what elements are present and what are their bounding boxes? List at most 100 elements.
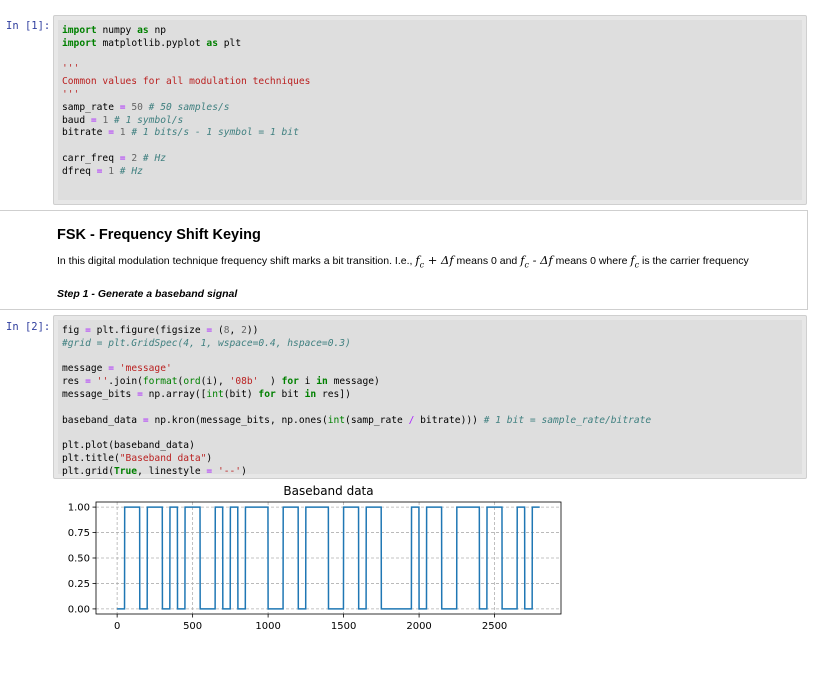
code-token: = (142, 414, 149, 426)
code-token: int (206, 388, 224, 400)
code-token: plt.figure(figsize (96, 325, 201, 336)
code-token: i (304, 376, 311, 388)
code-token: import (62, 37, 97, 49)
code-token: matplotlib.pyplot (102, 37, 201, 49)
code-token: numpy (102, 25, 132, 36)
code-token: = (108, 363, 114, 375)
code-token: as (137, 25, 149, 36)
code-line: plt.grid(True, linestyle = '--') (62, 466, 247, 477)
cell-1-prompt: In [1]: (6, 20, 51, 32)
code-token: (samp_rate (345, 414, 403, 426)
x-tick-label: 0 (114, 621, 120, 632)
code-token: = (85, 376, 91, 388)
code-token: '08b' (229, 376, 259, 388)
code-line: fig = plt.figure(figsize = (8, 2)) (62, 325, 258, 336)
code-token: = (137, 388, 143, 400)
code-token: "Baseband data" (119, 452, 207, 464)
cell-2-prompt: In [2]: (6, 321, 51, 333)
code-token: # 50 samples/s (148, 101, 230, 113)
code-token: np.array([ (148, 388, 207, 400)
cell-1-code-editor[interactable]: import numpy as np import matplotlib.pyp… (53, 15, 807, 205)
code-token: 1 (119, 127, 126, 139)
code-token: ''' (62, 88, 80, 100)
code-token: ) (264, 376, 276, 388)
code-token: True (113, 465, 138, 477)
code-token: baseband_data (62, 414, 138, 426)
code-token: 1 (108, 165, 115, 177)
code-token: np.kron(message_bits, np.ones( (154, 414, 328, 426)
markdown-step-heading: Step 1 - Generate a baseband signal (57, 288, 238, 300)
x-tick-label: 1500 (331, 621, 356, 632)
code-token: import (62, 25, 97, 36)
cell-2-code-editor[interactable]: fig = plt.figure(figsize = (8, 2)) #grid… (53, 315, 807, 479)
code-token: ord (183, 376, 201, 388)
y-tick-label: 0.75 (68, 528, 90, 539)
code-token: # Hz (142, 152, 166, 164)
code-token: '' (96, 376, 109, 388)
code-token: res]) (321, 388, 351, 400)
code-token: = (108, 127, 114, 139)
code-token: = (85, 325, 91, 336)
code-token: (i), (200, 376, 224, 388)
code-token: in (304, 388, 317, 400)
code-token: res (62, 376, 80, 388)
markdown-title: FSK - Frequency Shift Keying (57, 227, 261, 243)
code-line: Common values for all modulation techniq… (62, 76, 310, 87)
y-tick-label: 0.50 (68, 554, 90, 565)
code-line: message_bits = np.array([int(bit) for bi… (62, 389, 351, 400)
code-token: for (258, 388, 276, 400)
code-token: 50 (131, 101, 143, 113)
code-token: # 1 symbol/s (114, 114, 184, 126)
code-token: # 1 bit = sample_rate/bitrate (483, 414, 652, 426)
code-token: in (316, 376, 328, 388)
cell-2-output: Baseband data 0 500 1000 1500 2000 2500 0.00 0.2… (58, 480, 578, 670)
code-token: = (96, 165, 103, 177)
code-line: plt.title("Baseband data") (62, 453, 212, 464)
x-tick-label: 1000 (255, 621, 280, 632)
code-token: plt.title( (62, 452, 120, 464)
code-token: plt.plot(baseband_data) (62, 440, 195, 452)
code-token: = (119, 101, 126, 113)
code-token: plt (223, 37, 242, 49)
y-tick-label: 0.25 (68, 579, 90, 590)
code-token: = (90, 114, 97, 126)
code-token: format (142, 376, 178, 388)
code-token: carr_freq (62, 152, 114, 164)
x-tick-label: 2000 (406, 621, 431, 632)
cell-1-code: import numpy as np import matplotlib.pyp… (62, 25, 310, 179)
code-line: baud = 1 # 1 symbol/s (62, 115, 183, 126)
code-token: # Hz (119, 165, 143, 177)
code-token: dfreq (62, 165, 91, 177)
x-tick-label: 2500 (482, 621, 507, 632)
code-token: # 1 bits/s - 1 symbol = 1 bit (131, 127, 299, 139)
code-token: message_bits (62, 388, 132, 400)
code-token: (bit) (223, 388, 253, 400)
code-token: Common values for all modulation techniq… (62, 76, 311, 88)
code-token: np (154, 25, 167, 36)
code-line: import numpy as np (62, 25, 166, 36)
code-token: samp_rate (62, 101, 114, 113)
math-f-plus: fc + Δf (415, 253, 454, 270)
code-token: 1 (102, 114, 109, 126)
code-line: carr_freq = 2 # Hz (62, 153, 166, 164)
code-token: ''' (62, 63, 80, 75)
code-token: 2 (131, 152, 138, 164)
code-line: ''' (62, 89, 79, 100)
code-line: dfreq = 1 # Hz (62, 166, 143, 177)
code-line: plt.plot(baseband_data) (62, 440, 195, 451)
code-line: ''' (62, 63, 79, 74)
code-token: = (119, 152, 126, 164)
code-token: for (281, 376, 299, 388)
code-line: #grid = plt.GridSpec(4, 1, wspace=0.4, h… (62, 338, 351, 349)
code-line: samp_rate = 50 # 50 samples/s (62, 102, 230, 113)
code-token: .join( (108, 376, 143, 388)
y-tick-label: 1.00 (68, 503, 90, 514)
code-token: fig (62, 325, 80, 336)
code-token: bitrate))) (420, 414, 478, 426)
code-line: baseband_data = np.kron(message_bits, np… (62, 415, 651, 426)
code-token: plt.grid( (62, 465, 114, 477)
code-line: message = 'message' (62, 363, 172, 374)
code-token: as (206, 37, 218, 49)
code-token: , (229, 325, 236, 336)
code-token: bit (281, 388, 299, 400)
